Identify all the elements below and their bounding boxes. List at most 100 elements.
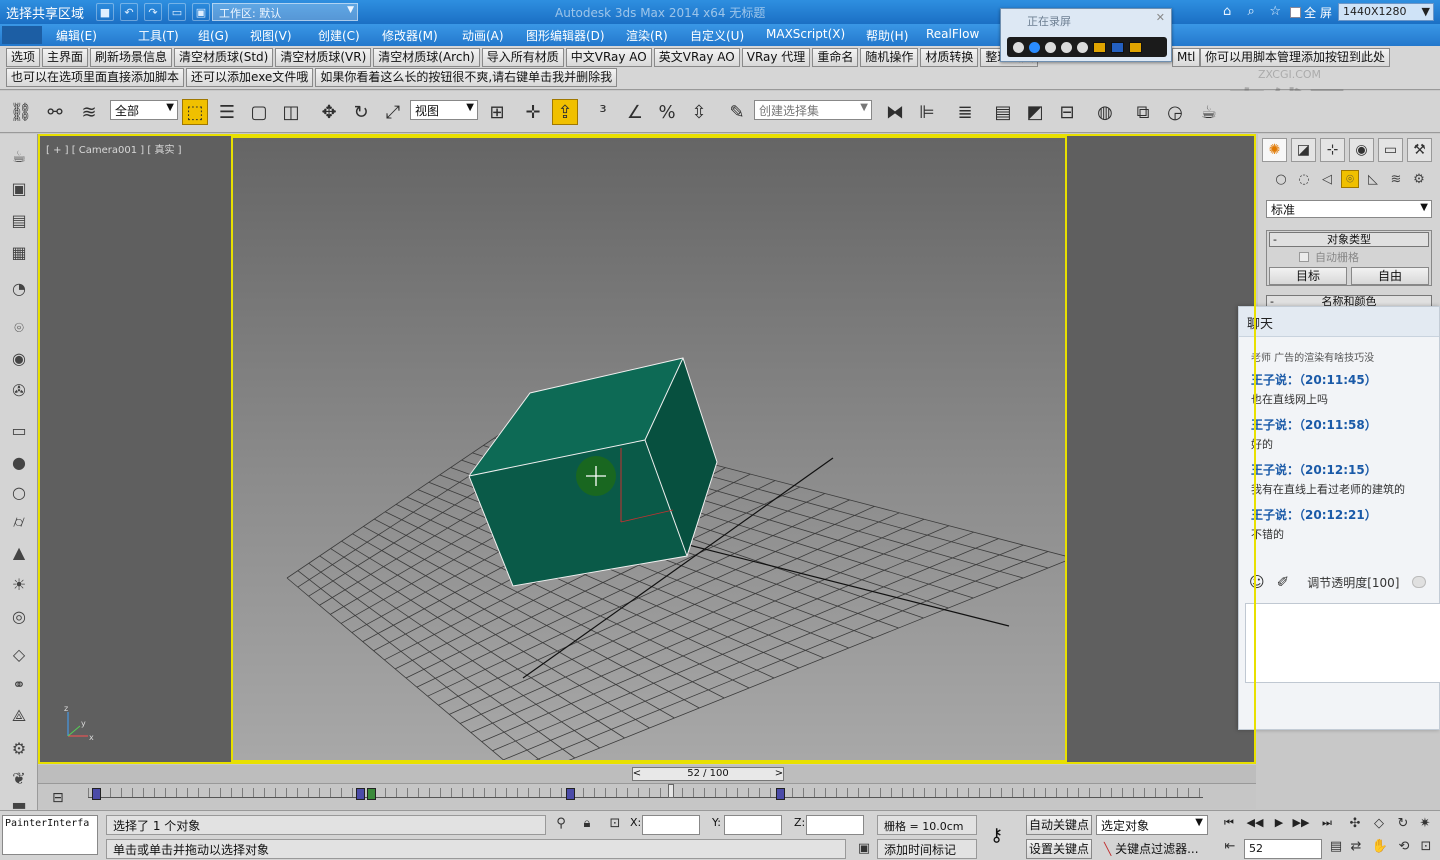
menu-item[interactable]: 修改器(M) bbox=[382, 27, 462, 44]
schematic-view-icon[interactable]: ⊟ bbox=[1054, 99, 1080, 125]
script-button[interactable]: 还可以添加exe文件哦 bbox=[186, 68, 314, 87]
resolution-select[interactable]: 1440X1280 ▼ bbox=[1338, 3, 1434, 21]
key-icon[interactable]: ⚷ bbox=[990, 825, 1003, 846]
helpers-icon[interactable]: ◺ bbox=[1364, 170, 1382, 188]
percent-snap-icon[interactable]: % bbox=[654, 99, 680, 125]
workspace-dropdown[interactable]: 工作区: 默认 ▼ bbox=[212, 3, 358, 21]
auto-key-button[interactable]: 自动关键点 bbox=[1026, 815, 1092, 835]
viewport-label[interactable]: [ + ] [ Camera001 ] [ 真实 ] bbox=[46, 141, 182, 156]
box-primitive-icon[interactable]: ▭ bbox=[7, 418, 31, 442]
fullscreen-toggle[interactable]: 全 屏 bbox=[1290, 4, 1332, 21]
workspace-icon[interactable]: ▣ bbox=[192, 3, 210, 21]
absolute-mode-icon[interactable]: ⊡ bbox=[606, 816, 624, 834]
keyframe-marker[interactable] bbox=[566, 788, 575, 800]
keyboard-shortcut-override-icon[interactable]: ⇪ bbox=[552, 99, 578, 125]
emoji-icon[interactable]: ☺ bbox=[1249, 573, 1265, 591]
y-coordinate-field[interactable] bbox=[724, 815, 782, 835]
material-editor-icon[interactable]: ◍ bbox=[1092, 99, 1118, 125]
menu-item[interactable]: 帮助(H) bbox=[866, 27, 926, 44]
recorder-stop-icon[interactable] bbox=[1129, 41, 1142, 53]
table-icon[interactable]: ▦ bbox=[7, 240, 31, 264]
select-by-name-icon[interactable]: ☰ bbox=[214, 99, 240, 125]
foliage-icon[interactable]: ❦ bbox=[7, 766, 31, 790]
script-button[interactable]: VRay 代理 bbox=[741, 48, 811, 67]
render-setup-icon[interactable]: ⧉ bbox=[1130, 99, 1156, 125]
chat-input[interactable] bbox=[1245, 603, 1440, 683]
script-button[interactable]: 也可以在选项里面直接添加脚本 bbox=[6, 68, 185, 87]
menu-item[interactable]: MAXScript(X) bbox=[766, 27, 866, 44]
recorder-dot-icon[interactable] bbox=[1061, 41, 1072, 53]
time-tag-icon[interactable]: ▣ bbox=[855, 841, 873, 859]
current-frame-field[interactable]: 52 bbox=[1244, 839, 1322, 859]
utilities-tab-icon[interactable]: ⚒ bbox=[1407, 138, 1432, 162]
link-icon[interactable]: ⛓ bbox=[8, 99, 34, 125]
maxscript-listener[interactable]: PainterInterfa bbox=[2, 815, 98, 855]
orbit-icon[interactable]: ↻ bbox=[1394, 816, 1412, 834]
menu-item[interactable]: 视图(V) bbox=[250, 27, 318, 44]
share-area-label[interactable]: 选择共享区域 bbox=[6, 3, 84, 22]
pyramid-icon[interactable]: ⟁ bbox=[7, 704, 31, 728]
select-object-icon[interactable]: ⬚ bbox=[182, 99, 208, 125]
angle-snap-icon[interactable]: ∠ bbox=[622, 99, 648, 125]
prev-frame-icon[interactable]: ◀◀ bbox=[1244, 816, 1266, 834]
object-category-select[interactable]: 标准 ▼ bbox=[1266, 200, 1432, 218]
keyframe-marker[interactable] bbox=[92, 788, 101, 800]
recorder-camera-icon[interactable] bbox=[1111, 41, 1124, 53]
cone-icon[interactable]: ▲ bbox=[7, 540, 31, 564]
mirror-icon[interactable]: ⧓ bbox=[882, 99, 908, 125]
key-filters-button[interactable]: ╲ 关键点过滤器... bbox=[1100, 839, 1208, 859]
edit-named-selection-icon[interactable]: ✎ bbox=[724, 99, 750, 125]
unlink-icon[interactable]: ⚯ bbox=[42, 99, 68, 125]
truck-icon[interactable]: ⇄ bbox=[1346, 839, 1366, 859]
pan-hand-icon[interactable]: ✋ bbox=[1370, 839, 1390, 859]
help-search-icon[interactable]: ⌕ bbox=[1242, 3, 1260, 21]
zoom-extents-icon[interactable]: ✣ bbox=[1346, 816, 1364, 834]
space-warps-icon[interactable]: ≋ bbox=[1387, 170, 1405, 188]
camera-target-icon[interactable]: ◉ bbox=[7, 346, 31, 370]
recorder-pen-icon[interactable] bbox=[1093, 41, 1106, 53]
community-icon[interactable]: ⌂ bbox=[1218, 3, 1236, 21]
close-icon[interactable]: ✕ bbox=[1156, 11, 1165, 24]
recorder-dot-active-icon[interactable] bbox=[1029, 41, 1040, 53]
create-tab-icon[interactable]: ✺ bbox=[1262, 138, 1287, 162]
script-button[interactable]: 材质转换 bbox=[920, 48, 979, 67]
menu-item[interactable]: RealFlow bbox=[926, 27, 986, 44]
script-button[interactable]: 英文VRay AO bbox=[653, 48, 740, 67]
snaps-toggle-icon[interactable]: ³ bbox=[590, 99, 616, 125]
app-logo[interactable] bbox=[2, 26, 42, 44]
spinner-snap-icon[interactable]: ⇳ bbox=[686, 99, 712, 125]
camera-viewport[interactable] bbox=[231, 136, 1067, 762]
script-button[interactable]: 选项 bbox=[6, 48, 41, 67]
shapes-icon[interactable]: ◌ bbox=[1295, 170, 1313, 188]
menu-item[interactable]: 工具(T) bbox=[138, 27, 198, 44]
helper-icon[interactable]: ⚭ bbox=[7, 672, 31, 696]
lock-icon[interactable]: 🔒︎ bbox=[578, 816, 596, 834]
teapot-icon[interactable]: ☕ bbox=[7, 144, 31, 168]
script-button[interactable]: 如果你看着这么长的按钮很不爽,请右键单击我并删除我 bbox=[315, 68, 618, 87]
undo-icon[interactable]: ↶ bbox=[120, 3, 138, 21]
next-frame-icon[interactable]: ▶▶ bbox=[1290, 816, 1312, 834]
save-icon[interactable]: ■ bbox=[96, 3, 114, 21]
move-icon[interactable]: ✥ bbox=[316, 99, 342, 125]
layer-manager-icon[interactable]: ≣ bbox=[952, 99, 978, 125]
maximize-viewport-icon[interactable]: ⊡ bbox=[1416, 839, 1436, 859]
scale-icon[interactable]: ⤢ bbox=[380, 99, 406, 125]
motion-tab-icon[interactable]: ◉ bbox=[1349, 138, 1374, 162]
x-coordinate-field[interactable] bbox=[642, 815, 700, 835]
select-manipulate-icon[interactable]: ✛ bbox=[520, 99, 546, 125]
align-icon[interactable]: ⊫ bbox=[914, 99, 940, 125]
z-coordinate-field[interactable] bbox=[806, 815, 864, 835]
script-btn-add-here[interactable]: 你可以用脚本管理添加按钮到此处 bbox=[1200, 48, 1391, 67]
pivot-center-icon[interactable]: ⊞ bbox=[484, 99, 510, 125]
project-folder-icon[interactable]: ▭ bbox=[168, 3, 186, 21]
window-crossing-icon[interactable]: ◫ bbox=[278, 99, 304, 125]
key-mode-toggle-icon[interactable]: ⇤ bbox=[1220, 839, 1240, 859]
track-bar[interactable] bbox=[38, 783, 1256, 809]
prev-frame-arrow[interactable]: < bbox=[631, 768, 643, 780]
render-icon[interactable]: ▣ bbox=[7, 176, 31, 200]
cylinder-icon[interactable]: ⌭ bbox=[7, 510, 31, 534]
add-time-tag[interactable]: 添加时间标记 bbox=[877, 839, 977, 859]
auto-grid-checkbox[interactable] bbox=[1299, 252, 1309, 262]
geometry-icon[interactable]: ○ bbox=[1272, 170, 1290, 188]
redo-icon[interactable]: ↷ bbox=[144, 3, 162, 21]
